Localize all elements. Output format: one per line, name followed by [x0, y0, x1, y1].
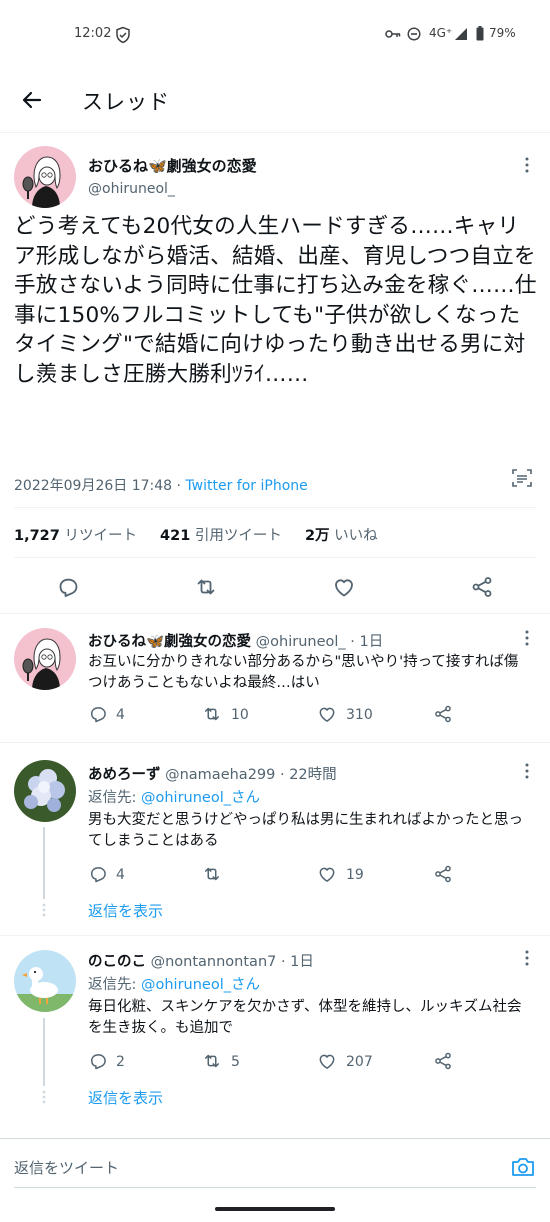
tweet-meta: 2022年09月26日 17:48 · Twitter for iPhone — [14, 475, 308, 495]
battery-percent: 79% — [489, 26, 516, 40]
like-count: 2万 — [304, 528, 330, 544]
reply-text: 男も大変だと思うけどやっぱり私は男に生まれればよかったと思ってしまうことはある — [88, 812, 523, 849]
composer-underline — [14, 1187, 536, 1188]
status-time: 12:02 — [74, 26, 112, 41]
tweet-timestamp: 2022年09月26日 17:48 — [14, 478, 173, 494]
like-icon[interactable] — [317, 704, 337, 724]
reply-to-label: 返信先: — [88, 977, 137, 993]
thread-line — [43, 827, 45, 899]
tweet-source-link[interactable]: Twitter for iPhone — [185, 478, 307, 494]
like-icon[interactable] — [332, 575, 356, 599]
reply-count: 4 — [116, 867, 125, 883]
like-stat[interactable]: 2万 いいね — [305, 528, 378, 544]
reply-to: 返信先: @ohiruneol_さん — [88, 786, 260, 807]
retweet-stat[interactable]: 1,727 リツイート — [14, 528, 137, 544]
thread-line — [43, 1018, 45, 1086]
more-icon[interactable] — [525, 950, 529, 966]
avatar[interactable] — [14, 146, 76, 208]
vpn-key-icon — [385, 28, 401, 40]
like-count: 207 — [346, 1054, 373, 1070]
reply-header: あめろーず @namaeha299 · 22時間 — [88, 763, 337, 784]
network-type: 4G⁺ — [429, 26, 453, 40]
reply-time: · 22時間 — [279, 767, 337, 783]
reply-input[interactable]: 返信をツイート — [14, 1157, 119, 1178]
reply-to-handle[interactable]: @ohiruneol_さん — [141, 790, 260, 806]
retweet-icon[interactable] — [202, 864, 222, 884]
reply-header: のこのこ @nontannontan7 · 1日 — [88, 950, 314, 971]
reply-to-label: 返信先: — [88, 790, 137, 806]
reply-author-handle[interactable]: @nontannontan7 — [151, 954, 277, 970]
author-name[interactable]: おひるね🦋劇強女の恋愛 — [88, 155, 257, 176]
more-icon[interactable] — [525, 763, 529, 779]
retweet-icon[interactable] — [194, 575, 218, 599]
reply-author-name[interactable]: おひるね🦋劇強女の恋愛 — [88, 634, 251, 650]
reply-icon[interactable] — [88, 704, 108, 724]
page-title: スレッド — [82, 90, 170, 114]
reply-text: 毎日化粧、スキンケアを欠かさず、体型を維持し、ルッキズム社会を生き抜く。も追加で — [88, 999, 522, 1036]
camera-icon[interactable] — [510, 1155, 536, 1179]
reply-text: お互いに分かりきれない部分あるから"思いやり'持って接すれば傷つけあうこともない… — [88, 654, 519, 691]
reply-to-handle[interactable]: @ohiruneol_さん — [141, 977, 260, 993]
signal-icon — [454, 27, 468, 41]
reply-to: 返信先: @ohiruneol_さん — [88, 973, 260, 994]
retweet-icon[interactable] — [202, 704, 222, 724]
home-indicator[interactable] — [215, 1207, 335, 1211]
reply-author-handle[interactable]: @namaeha299 — [165, 767, 275, 783]
reply-author-name[interactable]: あめろーず — [88, 767, 161, 783]
reply-tweet[interactable]: あめろーず @namaeha299 · 22時間 返信先: @ohiruneol… — [0, 743, 550, 935]
back-arrow-icon[interactable] — [20, 88, 44, 112]
reply-tweet[interactable]: のこのこ @nontannontan7 · 1日 返信先: @ohiruneol… — [0, 936, 550, 1126]
tweet-stats: 1,727 リツイート 421 引用ツイート 2万 いいね — [14, 524, 378, 545]
more-icon[interactable] — [525, 630, 529, 646]
quote-count: 421 — [160, 528, 191, 544]
battery-icon — [476, 26, 484, 41]
divider — [14, 557, 536, 558]
retweet-count: 1,727 — [14, 528, 60, 544]
reply-icon[interactable] — [88, 864, 108, 884]
reply-icon[interactable] — [56, 575, 80, 599]
show-replies-link[interactable]: 返信を表示 — [88, 900, 163, 921]
reply-tweet[interactable]: おひるね🦋劇強女の恋愛 @ohiruneol_ · 1日 お互いに分かりきれない… — [0, 614, 550, 742]
like-count: 310 — [346, 707, 373, 723]
reply-icon[interactable] — [88, 1051, 108, 1071]
reply-count: 4 — [116, 707, 125, 723]
meta-separator: · — [176, 478, 181, 494]
quote-stat[interactable]: 421 引用ツイート — [160, 528, 282, 544]
share-icon[interactable] — [433, 704, 453, 724]
text-detect-icon[interactable] — [510, 466, 534, 490]
thread-dots — [42, 903, 46, 917]
quote-label: 引用ツイート — [194, 528, 282, 544]
dnd-icon — [407, 27, 421, 41]
author-handle[interactable]: @ohiruneol_ — [88, 181, 175, 197]
like-count: 19 — [346, 867, 364, 883]
reply-author-handle[interactable]: @ohiruneol_ — [256, 634, 346, 650]
more-icon[interactable] — [525, 157, 529, 173]
share-icon[interactable] — [433, 864, 453, 884]
reply-time: · 1日 — [280, 954, 314, 970]
share-icon[interactable] — [470, 575, 494, 599]
shield-icon — [115, 26, 131, 44]
share-icon[interactable] — [433, 1051, 453, 1071]
thread-dots — [42, 1090, 46, 1104]
avatar[interactable] — [14, 950, 76, 1012]
divider — [14, 507, 536, 508]
header-divider — [0, 132, 550, 133]
avatar[interactable] — [14, 628, 76, 690]
like-icon[interactable] — [317, 1051, 337, 1071]
show-replies-link[interactable]: 返信を表示 — [88, 1087, 163, 1108]
retweet-count: 10 — [231, 707, 249, 723]
retweet-icon[interactable] — [202, 1051, 222, 1071]
reply-header: おひるね🦋劇強女の恋愛 @ohiruneol_ · 1日 — [88, 630, 383, 651]
reply-author-name[interactable]: のこのこ — [88, 954, 146, 970]
like-label: いいね — [334, 528, 378, 544]
tweet-body: どう考えても20代女の人生ハードすぎる……キャリア形成しながら婚活、結婚、出産、… — [14, 214, 537, 387]
composer-divider — [0, 1138, 550, 1139]
like-icon[interactable] — [317, 864, 337, 884]
retweet-count: 5 — [231, 1054, 240, 1070]
reply-time: · 1日 — [350, 634, 384, 650]
reply-count: 2 — [116, 1054, 125, 1070]
avatar[interactable] — [14, 760, 76, 822]
retweet-label: リツイート — [64, 528, 137, 544]
